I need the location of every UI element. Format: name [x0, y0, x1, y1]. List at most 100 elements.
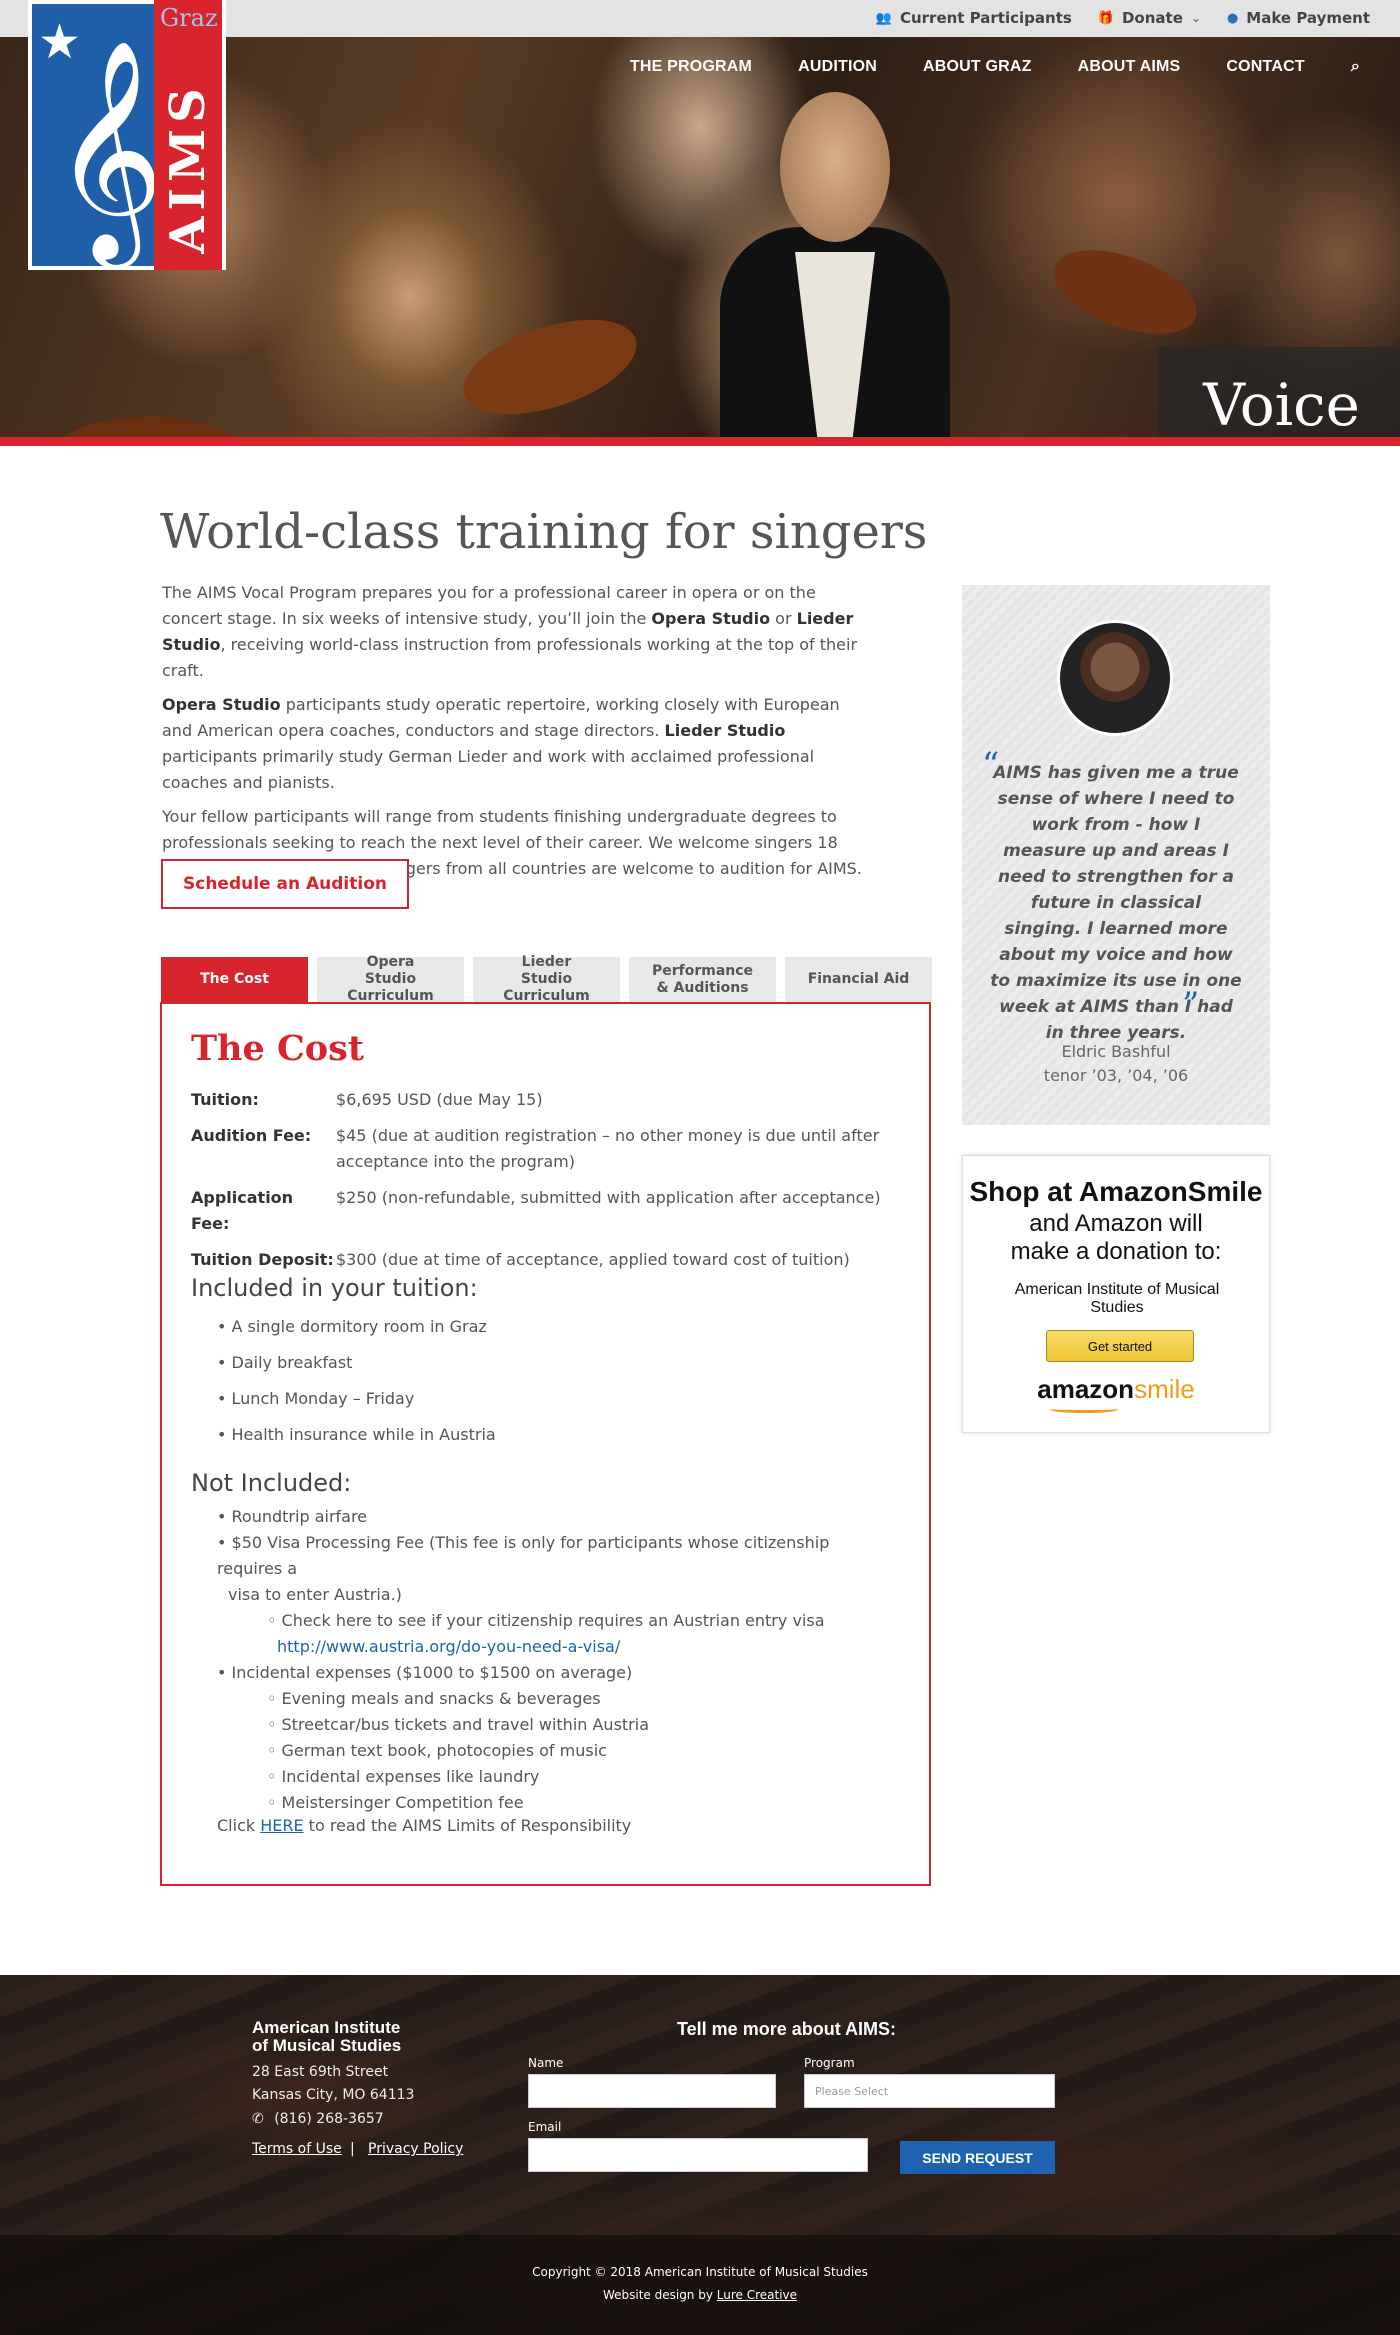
list-item: • Roundtrip airfare	[217, 1507, 368, 1526]
testimonial-card: “ AIMS has given me a true sense of wher…	[962, 585, 1270, 1125]
sub-list-item: ◦ Incidental expenses like laundry	[267, 1767, 540, 1786]
contact-form-title: Tell me more about AIMS:	[677, 2019, 897, 2039]
footer-org-line: of Musical Studies	[252, 2036, 402, 2055]
hero-divider	[0, 437, 1400, 446]
fee-value: $6,695 USD (due May 15)	[336, 1090, 543, 1109]
limits-note: Click HERE to read the AIMS Limits of Re…	[217, 1816, 631, 1835]
footer-bottom-bar	[0, 2235, 1400, 2335]
fee-row: Audition Fee: $45 (due at audition regis…	[191, 1123, 891, 1175]
amazon-subline: and Amazon will make a donation to:	[1010, 1210, 1222, 1265]
nav-the-program[interactable]: THE PROGRAM	[630, 58, 752, 76]
avatar	[1057, 620, 1173, 736]
hero-label-box: Voice	[1158, 347, 1400, 437]
hero-violin	[1042, 233, 1208, 351]
close-quote-icon: ”	[1182, 985, 1200, 1025]
tab-lieder-studio-curriculum[interactable]: Lieder Studio Curriculum	[473, 954, 620, 1004]
visa-info-link[interactable]: http://www.austria.org/do-you-need-a-vis…	[217, 1634, 897, 1660]
current-participants-link[interactable]: 👥 Current Participants	[876, 9, 1072, 27]
included-list: • A single dormitory room in Graz • Dail…	[217, 1314, 496, 1458]
name-input[interactable]	[528, 2074, 776, 2108]
program-select[interactable]: Please Select	[804, 2074, 1055, 2108]
phone-number: (816) 268-3657	[274, 2111, 384, 2127]
schedule-audition-button[interactable]: Schedule an Audition	[161, 859, 409, 909]
amazon-smile-banner[interactable]: Shop at AmazonSmile and Amazon will make…	[962, 1155, 1270, 1433]
make-payment-link[interactable]: ● Make Payment	[1227, 9, 1370, 27]
fee-label: Tuition Deposit:	[191, 1250, 334, 1269]
intro-text: The AIMS Vocal Program prepares you for …	[162, 580, 872, 890]
list-item: • Daily breakfast	[217, 1353, 353, 1372]
site-logo[interactable]: ★ 𝄞 Graz AIMS	[28, 0, 226, 270]
tab-the-cost[interactable]: The Cost	[161, 957, 308, 1002]
fee-label: Application Fee:	[191, 1188, 294, 1233]
list-item: • $50 Visa Processing Fee (This fee is o…	[217, 1533, 830, 1578]
intro-bold: Lieder Studio	[664, 721, 786, 740]
fee-label: Tuition:	[191, 1090, 259, 1109]
smile-logo-text: smile	[1134, 1374, 1195, 1404]
list-item-continued: visa to enter Austria.)	[228, 1585, 402, 1604]
fee-value: $300 (due at time of acceptance, applied…	[336, 1250, 850, 1269]
list-item: • A single dormitory room in Graz	[217, 1317, 487, 1336]
sub-list-item: ◦ Meistersinger Competition fee	[267, 1793, 524, 1812]
intro-text-run: , receiving world-class instruction from…	[162, 635, 858, 680]
fee-row: Application Fee: $250 (non-refundable, s…	[191, 1185, 891, 1237]
footer-org-line: American Institute	[252, 2018, 401, 2037]
list-item: • Incidental expenses ($1000 to $1500 on…	[217, 1663, 633, 1682]
lure-creative-link[interactable]: Lure Creative	[717, 2288, 797, 2302]
limits-text: to read the AIMS Limits of Responsibilit…	[303, 1816, 632, 1835]
email-input[interactable]	[528, 2138, 868, 2172]
nav-audition[interactable]: AUDITION	[798, 58, 877, 76]
hero-violin	[452, 301, 648, 433]
logo-city: Graz	[160, 4, 218, 32]
fee-value: $250 (non-refundable, submitted with app…	[336, 1188, 881, 1207]
nav-about-graz[interactable]: ABOUT GRAZ	[923, 58, 1032, 76]
logo-emblem: ★ 𝄞	[32, 4, 154, 266]
design-credit-text: Website design by	[602, 2288, 717, 2302]
cost-panel: The Cost Tuition: $6,695 USD (due May 15…	[160, 1002, 931, 1886]
nav-contact[interactable]: CONTACT	[1226, 58, 1304, 76]
limits-text: Click	[217, 1816, 261, 1835]
page-title: World-class training for singers	[160, 504, 928, 560]
donate-label: Donate	[1121, 9, 1183, 27]
address-line: Kansas City, MO 64113	[252, 2087, 415, 2103]
program-tabs: The Cost Opera Studio Curriculum Lieder …	[161, 954, 932, 1004]
cost-title: The Cost	[191, 1028, 365, 1069]
donate-link[interactable]: 🎁 Donate ⌄	[1098, 9, 1201, 27]
sub-list-item: ◦ Evening meals and snacks & beverages	[267, 1689, 601, 1708]
phone-icon: ✆	[252, 2111, 264, 2127]
make-payment-label: Make Payment	[1246, 9, 1370, 27]
get-started-button[interactable]: Get started	[1046, 1330, 1194, 1362]
intro-text-run: or	[770, 609, 797, 628]
credit-card-icon: ●	[1226, 10, 1239, 26]
design-credit: Website design by Lure Creative	[0, 2288, 1400, 2302]
send-request-button[interactable]: SEND REQUEST	[900, 2141, 1055, 2174]
main-nav: THE PROGRAM AUDITION ABOUT GRAZ ABOUT AI…	[630, 58, 1360, 76]
nav-about-aims[interactable]: ABOUT AIMS	[1078, 58, 1181, 76]
logo-name: AIMS	[160, 82, 216, 254]
fee-label: Audition Fee:	[191, 1126, 312, 1145]
footer-org-name: American Institute of Musical Studies	[252, 2019, 401, 2055]
limits-link[interactable]: HERE	[260, 1816, 303, 1835]
amazon-smile-arrow-icon	[1049, 1405, 1119, 1413]
included-title: Included in your tuition:	[191, 1274, 478, 1302]
program-label: Program	[804, 2056, 855, 2070]
tab-performance-auditions[interactable]: Performance & Auditions	[629, 957, 776, 1002]
terms-of-use-link[interactable]: Terms of Use	[252, 2141, 342, 2157]
site-footer: American Institute of Musical Studies 28…	[0, 1975, 1400, 2335]
footer-link-separator: |	[350, 2141, 355, 2157]
intro-paragraph: Opera Studio participants study operatic…	[162, 692, 872, 796]
hero-singer-face	[780, 92, 890, 242]
gift-icon: 🎁	[1097, 10, 1114, 26]
privacy-policy-link[interactable]: Privacy Policy	[368, 2141, 463, 2157]
treble-clef-icon: 𝄞	[52, 38, 154, 259]
intro-text-run: participants primarily study German Lied…	[162, 747, 815, 792]
not-included-title: Not Included:	[191, 1469, 352, 1497]
list-item: • Health insurance while in Austria	[217, 1425, 496, 1444]
tab-financial-aid[interactable]: Financial Aid	[785, 957, 932, 1002]
testimonial-quote: AIMS has given me a true sense of where …	[990, 763, 1242, 1043]
testimonial-author: Eldric Bashful tenor ’03, ’04, ’06	[962, 1040, 1270, 1088]
hero-violin	[60, 417, 240, 437]
sub-list-item: ◦ German text book, photocopies of music	[267, 1741, 607, 1760]
search-icon[interactable]: ⌕	[1351, 58, 1360, 76]
sub-list-item: ◦ Check here to see if your citizenship …	[267, 1611, 825, 1630]
tab-opera-studio-curriculum[interactable]: Opera Studio Curriculum	[317, 954, 464, 1004]
